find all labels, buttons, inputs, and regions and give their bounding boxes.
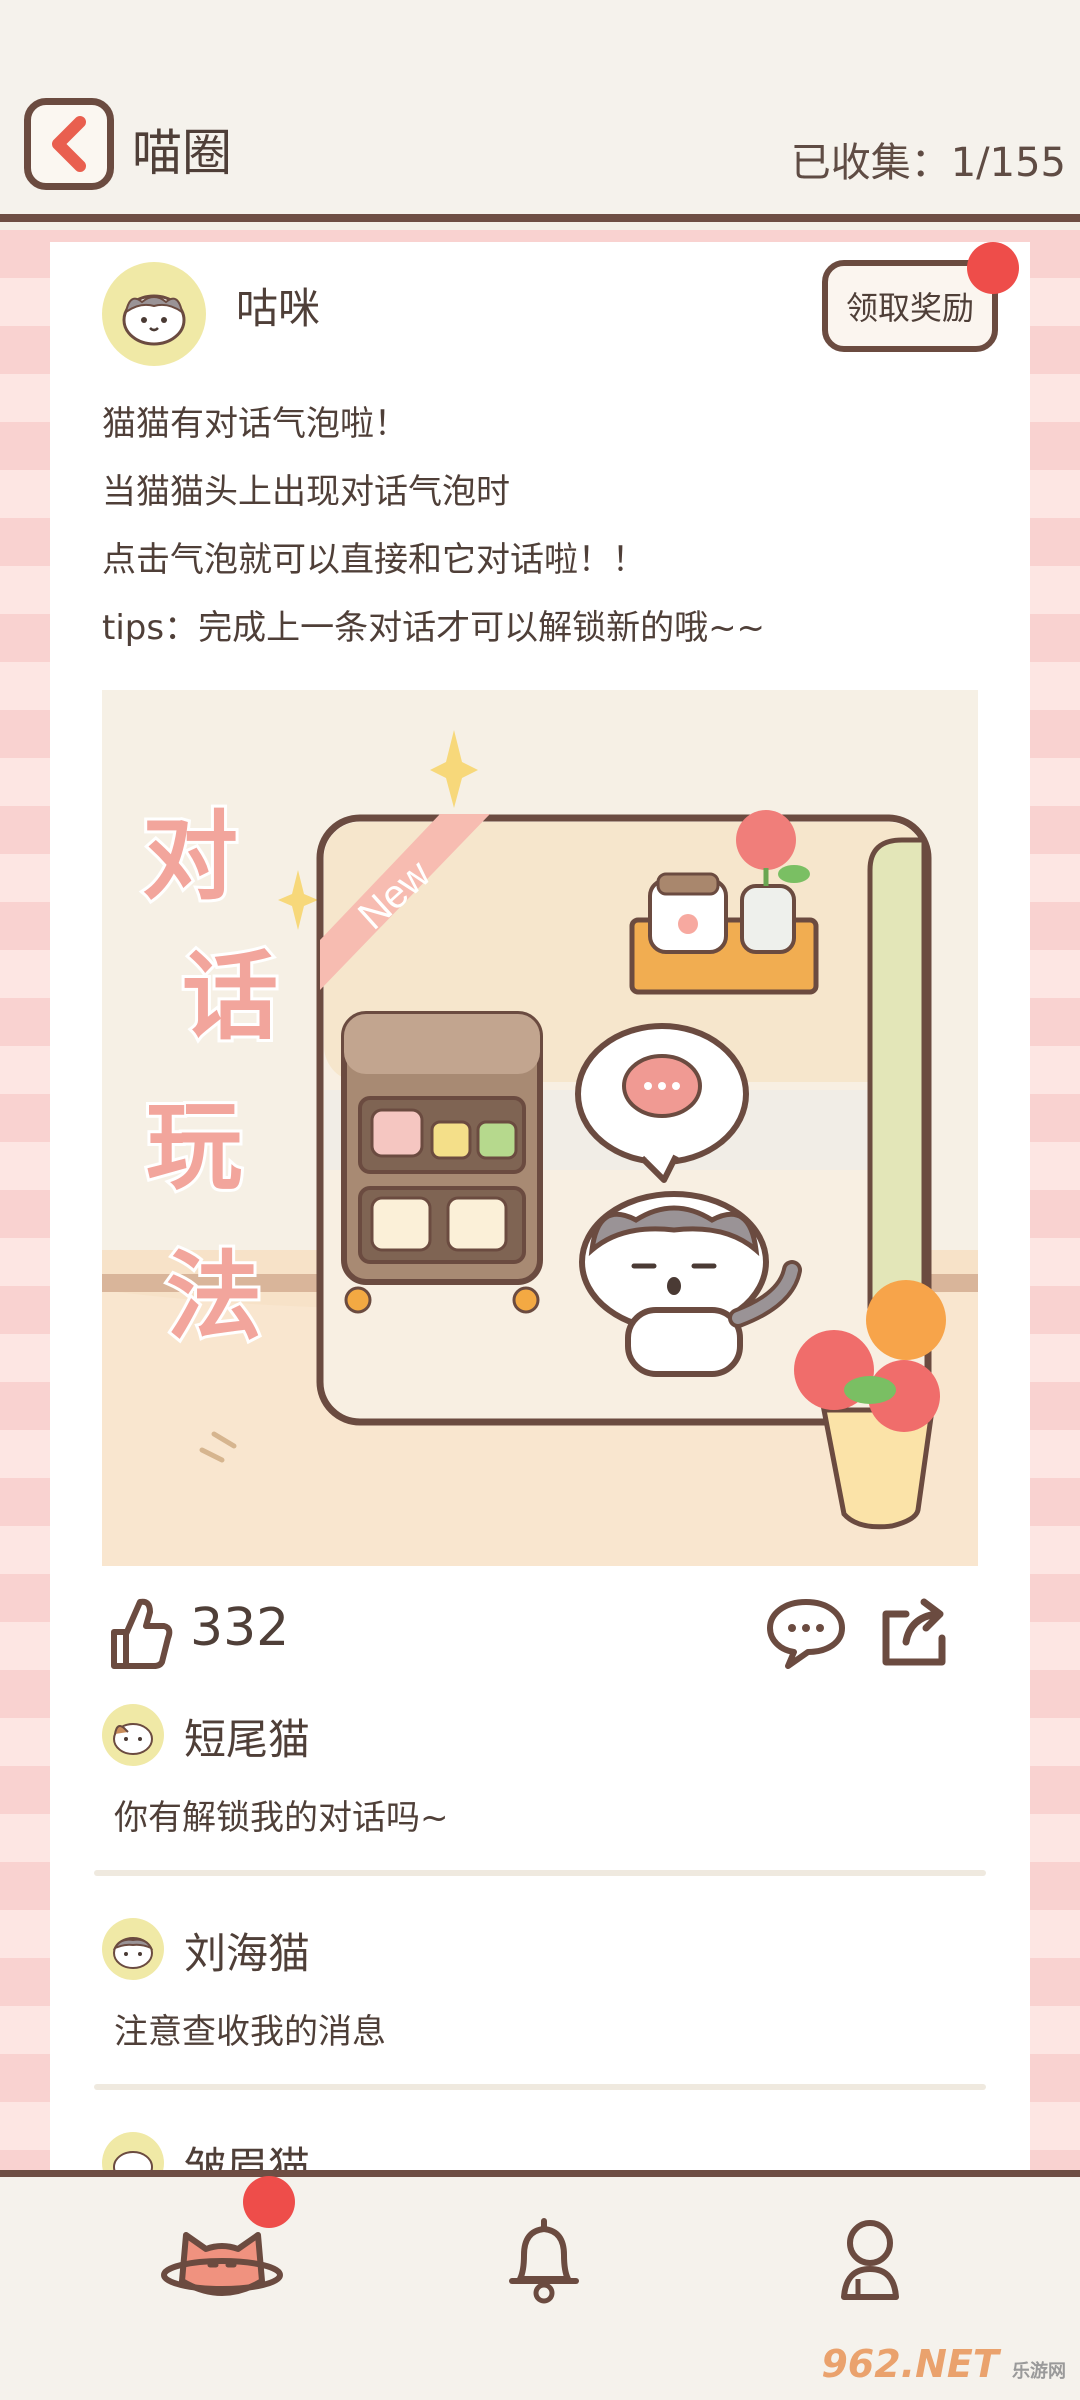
like-button[interactable]	[106, 1594, 174, 1676]
comment-text: 你有解锁我的对话吗~	[114, 1798, 449, 1838]
commenter-avatar[interactable]	[102, 1918, 164, 1980]
nav-home[interactable]	[160, 2213, 284, 2313]
post-line: tips：完成上一条对话才可以解锁新的哦~~	[102, 608, 766, 648]
header: 喵圈 已收集：1/155	[0, 0, 1080, 222]
caption-char: 玩	[146, 1091, 242, 1203]
post-illustration[interactable]: New 对 话 玩 法	[102, 690, 978, 1566]
notification-dot	[967, 242, 1019, 294]
commenter-name[interactable]: 皱眉猫	[184, 2134, 310, 2170]
cat-face-icon	[122, 294, 186, 346]
commenter-name[interactable]: 短尾猫	[184, 1706, 310, 1767]
post-card: 咕咪 领取奖励 猫猫有对话气泡啦！ 当猫猫头上出现对话气泡时 点击气泡就可以直接…	[50, 242, 1030, 2170]
collected-count: 已收集：1/155	[790, 140, 1066, 186]
watermark: 962.NET 乐游网	[821, 2342, 1066, 2386]
nav-notifications[interactable]	[502, 2213, 586, 2313]
illustration-art: New 对 话 玩 法	[102, 730, 978, 1566]
comment-item[interactable]: 皱眉猫	[102, 2132, 982, 2170]
speech-bubble-icon	[767, 1599, 845, 1669]
share-icon	[882, 1598, 946, 1666]
cat-face-icon	[113, 1723, 153, 1755]
commenter-avatar[interactable]	[102, 2132, 164, 2170]
back-button[interactable]	[24, 98, 114, 190]
commenter-name[interactable]: 刘海猫	[184, 1920, 310, 1981]
chevron-left-icon	[52, 116, 86, 172]
comment-item[interactable]: 短尾猫 你有解锁我的对话吗~	[102, 1704, 982, 1838]
notification-dot	[243, 2176, 295, 2228]
page-title: 喵圈	[132, 124, 232, 182]
nav-profile[interactable]	[832, 2213, 908, 2313]
post-line: 当猫猫头上出现对话气泡时	[102, 472, 510, 512]
post-body: 猫猫有对话气泡啦！ 当猫猫头上出现对话气泡时 点击气泡就可以直接和它对话啦！！ …	[102, 390, 765, 662]
comment-divider	[94, 1870, 986, 1876]
post-line: 点击气泡就可以直接和它对话啦！！	[102, 540, 646, 580]
cat-face-icon	[113, 2151, 153, 2170]
caption-char: 对	[142, 801, 238, 913]
share-button[interactable]	[876, 1594, 952, 1674]
watermark-brand: 962.NET	[821, 2342, 999, 2386]
comment-text: 注意查收我的消息	[114, 2012, 386, 2052]
caption-char: 话	[182, 941, 278, 1053]
poster-avatar[interactable]	[102, 262, 206, 366]
bell-icon	[509, 2218, 579, 2304]
caption-char: 法	[166, 1241, 262, 1353]
comment-item[interactable]: 刘海猫 注意查收我的消息	[102, 1918, 982, 2052]
comment-divider	[94, 2084, 986, 2090]
thumbs-up-icon	[111, 1598, 173, 1669]
commenter-avatar[interactable]	[102, 1704, 164, 1766]
person-icon	[841, 2220, 899, 2300]
post-line: 猫猫有对话气泡啦！	[102, 404, 408, 444]
comment-button[interactable]	[764, 1594, 848, 1674]
cat-face-icon	[112, 1937, 154, 1969]
like-count: 332	[190, 1598, 290, 1658]
watermark-sub: 乐游网	[1012, 2361, 1066, 2382]
poster-name[interactable]: 咕咪	[236, 275, 320, 336]
